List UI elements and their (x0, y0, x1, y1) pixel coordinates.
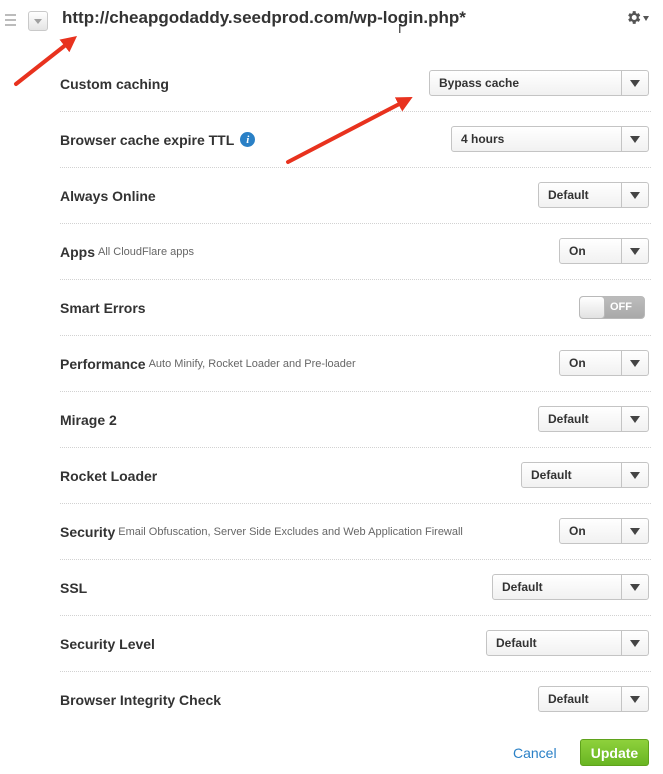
chevron-down-icon (630, 359, 640, 367)
select-performance[interactable]: On (559, 350, 649, 376)
select-security-level[interactable]: Default (486, 630, 649, 656)
select-value: Default (548, 412, 589, 426)
setting-row-rocket-loader: Rocket Loader Default (60, 448, 651, 504)
dropdown-arrow-icon[interactable] (621, 519, 648, 543)
setting-label: SSL (60, 579, 88, 596)
chevron-down-icon (630, 695, 640, 703)
select-value: Default (496, 636, 537, 650)
setting-label: Browser Integrity Check (60, 692, 222, 708)
setting-description: Auto Minify, Rocket Loader and Pre-loade… (148, 357, 356, 370)
setting-row-browser-integrity-check: Browser Integrity Check Default (60, 672, 651, 728)
select-value: Default (502, 580, 543, 594)
setting-description: All CloudFlare apps (98, 245, 194, 258)
drag-handle-icon[interactable] (5, 14, 16, 26)
select-browser-cache-expire-ttl[interactable]: 4 hours (451, 126, 649, 152)
chevron-down-icon (630, 471, 640, 479)
dropdown-arrow-icon[interactable] (621, 407, 648, 431)
select-value: Bypass cache (439, 76, 520, 90)
chevron-down-icon (630, 191, 640, 199)
setting-row-performance: Performance Auto Minify, Rocket Loader an… (60, 336, 651, 392)
select-value: On (569, 356, 586, 370)
chevron-down-icon (630, 583, 640, 591)
page-rule-url: http://cheapgodaddy.seedprod.com/wp-logi… (62, 8, 466, 27)
setting-label: Browser cache expire TTL (60, 131, 235, 148)
setting-label: Security Level (60, 635, 155, 652)
setting-row-apps: Apps All CloudFlare apps On (60, 224, 651, 280)
setting-row-security-level: Security Level Default (60, 616, 651, 672)
select-rocket-loader[interactable]: Default (521, 462, 649, 488)
select-value: On (569, 524, 586, 538)
chevron-down-icon (643, 16, 649, 21)
dropdown-arrow-icon[interactable] (621, 183, 648, 207)
dropdown-arrow-icon[interactable] (621, 463, 648, 487)
chevron-down-icon (630, 527, 640, 535)
dropdown-arrow-icon[interactable] (621, 631, 648, 655)
settings-list: Custom caching Bypass cache Browser cache … (60, 56, 651, 728)
select-apps[interactable]: On (559, 238, 649, 264)
setting-label: Always Online (60, 187, 156, 204)
select-security[interactable]: On (559, 518, 649, 544)
setting-label: Mirage 2 (60, 411, 117, 428)
select-custom-caching[interactable]: Bypass cache (429, 70, 649, 96)
setting-label: Apps (60, 243, 95, 260)
toggle-knob[interactable] (580, 297, 605, 318)
select-ssl[interactable]: Default (492, 574, 649, 600)
chevron-down-icon (630, 415, 640, 423)
chevron-down-icon (630, 639, 640, 647)
setting-row-security: Security Email Obfuscation, Server Side E… (60, 504, 651, 560)
setting-label: Performance (60, 355, 146, 372)
chevron-down-icon (630, 79, 640, 87)
select-value: Default (531, 468, 572, 482)
setting-row-ssl: SSL Default (60, 560, 651, 616)
chevron-down-icon (34, 18, 42, 24)
setting-label: Custom caching (60, 75, 169, 92)
setting-row-mirage-2: Mirage 2 Default (60, 392, 651, 448)
select-value: 4 hours (461, 132, 505, 146)
info-icon[interactable]: i (240, 132, 256, 147)
setting-row-browser-cache-expire-ttl: Browser cache expire TTL i 4 hours (60, 112, 651, 168)
dropdown-arrow-icon[interactable] (621, 351, 648, 375)
dropdown-arrow-icon[interactable] (621, 575, 648, 599)
dropdown-arrow-icon[interactable] (621, 687, 648, 711)
select-mirage-2[interactable]: Default (538, 406, 649, 432)
setting-row-always-online: Always Online Default (60, 168, 651, 224)
collapse-button[interactable] (28, 11, 48, 31)
dropdown-arrow-icon[interactable] (621, 127, 648, 151)
cancel-link[interactable]: Cancel (513, 745, 557, 761)
gear-icon (628, 11, 641, 24)
select-value: Default (548, 692, 589, 706)
chevron-down-icon (630, 135, 640, 143)
chevron-down-icon (630, 247, 640, 255)
setting-label: Security (60, 523, 116, 540)
select-value: On (569, 244, 586, 258)
toggle-state: OFF (610, 301, 632, 313)
select-browser-integrity-check[interactable]: Default (538, 686, 649, 712)
select-always-online[interactable]: Default (538, 182, 649, 208)
setting-row-smart-errors: Smart Errors OFF (60, 280, 651, 336)
settings-menu-button[interactable] (625, 9, 649, 26)
toggle-switch[interactable]: OFF (579, 296, 645, 319)
setting-label: Smart Errors (60, 299, 146, 316)
dropdown-arrow-icon[interactable] (621, 71, 648, 95)
setting-label: Rocket Loader (60, 467, 158, 484)
text-cursor-icon: I (398, 22, 402, 36)
select-value: Default (548, 188, 589, 202)
update-button[interactable]: Update (580, 739, 649, 766)
dropdown-arrow-icon[interactable] (621, 239, 648, 263)
setting-row-custom-caching: Custom caching Bypass cache (60, 56, 651, 112)
setting-description: Email Obfuscation, Server Side Excludes … (118, 525, 463, 538)
